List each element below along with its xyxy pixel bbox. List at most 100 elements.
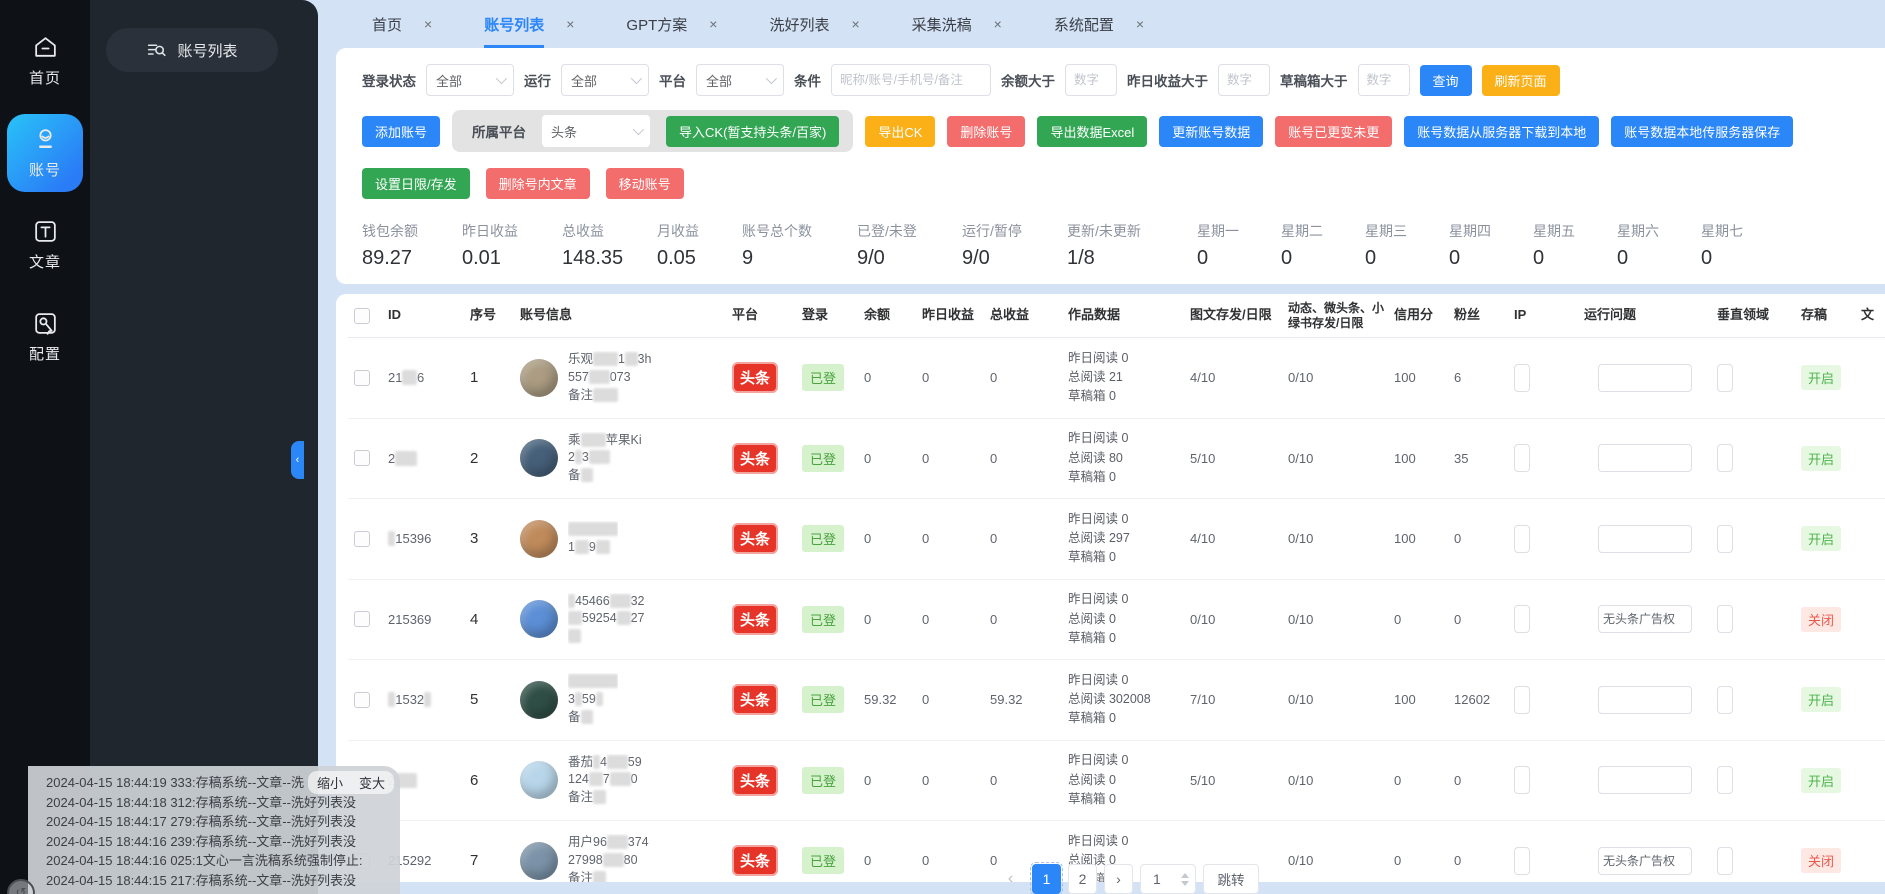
login-status-badge: 已登 bbox=[802, 525, 844, 552]
works-line: 总阅读 0 bbox=[1068, 771, 1186, 790]
avatar bbox=[520, 359, 558, 397]
log-zoom-in-button[interactable]: 变大 bbox=[359, 773, 385, 792]
stat-label: 已登/未登 bbox=[857, 221, 962, 241]
account-info: 木木木木188988 bbox=[520, 520, 732, 558]
page-button-2[interactable]: 2 bbox=[1068, 864, 1097, 894]
page-jump-button[interactable]: 跳转 bbox=[1203, 864, 1259, 894]
login-cell: 已登 bbox=[802, 525, 864, 552]
next-page-button[interactable]: › bbox=[1104, 864, 1133, 894]
run-issue-input[interactable] bbox=[1598, 766, 1692, 794]
platform-select[interactable]: 全部 bbox=[696, 64, 784, 96]
run-issue-input[interactable] bbox=[1598, 525, 1692, 553]
close-icon[interactable]: × bbox=[1136, 16, 1144, 32]
tab-account-list[interactable]: 账号列表 × bbox=[460, 0, 598, 48]
tab-system-config[interactable]: 系统配置 × bbox=[1030, 0, 1168, 48]
account-info-line: 1248878880 bbox=[568, 771, 642, 789]
row-checkbox[interactable] bbox=[354, 611, 370, 627]
ip-input[interactable] bbox=[1514, 686, 1530, 714]
set-daily-limit-button[interactable]: 设置日限/存发 bbox=[362, 168, 470, 199]
run-select[interactable]: 全部 bbox=[561, 64, 649, 96]
tab-washed-list[interactable]: 洗好列表 × bbox=[745, 0, 883, 48]
sidebar-item-config[interactable]: 配置 bbox=[7, 298, 83, 376]
ip-input[interactable] bbox=[1514, 847, 1530, 875]
add-account-button[interactable]: 添加账号 bbox=[362, 116, 440, 147]
balance-gt-input[interactable] bbox=[1065, 64, 1117, 96]
ip-cell bbox=[1514, 364, 1584, 392]
vertical-field-input[interactable] bbox=[1717, 847, 1733, 875]
vertical-field-input[interactable] bbox=[1717, 525, 1733, 553]
update-account-data-button[interactable]: 更新账号数据 bbox=[1159, 116, 1263, 147]
close-icon[interactable]: × bbox=[851, 16, 859, 32]
tab-home[interactable]: 首页 × bbox=[348, 0, 456, 48]
page-button-1[interactable]: 1 bbox=[1032, 864, 1061, 894]
ip-input[interactable] bbox=[1514, 525, 1530, 553]
tab-collect-wash[interactable]: 采集洗稿 × bbox=[888, 0, 1026, 48]
credit-score: 100 bbox=[1394, 370, 1454, 385]
delete-account-button[interactable]: 删除账号 bbox=[947, 116, 1025, 147]
vertical-field-input[interactable] bbox=[1717, 686, 1733, 714]
row-checkbox[interactable] bbox=[354, 370, 370, 386]
tab-gpt-plan[interactable]: GPT方案 × bbox=[602, 0, 741, 48]
upload-to-server-button[interactable]: 账号数据本地传服务器保存 bbox=[1611, 116, 1793, 147]
stepper-icons[interactable] bbox=[1181, 873, 1189, 886]
delete-articles-button[interactable]: 删除号内文章 bbox=[486, 168, 590, 199]
panel-item-account-list[interactable]: 账号列表 bbox=[106, 28, 278, 72]
run-issue-input[interactable]: 无头条广告权 bbox=[1598, 605, 1692, 633]
log-zoom-out-button[interactable]: 缩小 bbox=[317, 773, 343, 792]
works-line: 草稿箱 0 bbox=[1068, 629, 1186, 648]
vertical-field-input[interactable] bbox=[1717, 605, 1733, 633]
close-icon[interactable]: × bbox=[566, 16, 574, 32]
export-excel-button[interactable]: 导出数据Excel bbox=[1037, 116, 1147, 147]
ip-input[interactable] bbox=[1514, 605, 1530, 633]
column-header: 作品数据 bbox=[1068, 307, 1190, 323]
select-all-checkbox[interactable] bbox=[354, 308, 370, 324]
yesterday-gt-input[interactable] bbox=[1218, 64, 1270, 96]
vertical-field-input[interactable] bbox=[1717, 766, 1733, 794]
run-issue-input[interactable] bbox=[1598, 444, 1692, 472]
run-issue-input[interactable]: 无头条广告权 bbox=[1598, 847, 1692, 875]
yesterday-income-value: 0 bbox=[922, 692, 990, 707]
sidebar-item-account[interactable]: 账号 bbox=[7, 114, 83, 192]
condition-input[interactable] bbox=[831, 64, 991, 96]
draftbox-gt-input[interactable] bbox=[1358, 64, 1410, 96]
import-ck-button[interactable]: 导入CK(暂支持头条/百家) bbox=[666, 116, 839, 147]
close-icon[interactable]: × bbox=[424, 16, 432, 32]
run-issue-input[interactable] bbox=[1598, 686, 1692, 714]
platform-group-select[interactable]: 头条 bbox=[542, 115, 650, 147]
stat-item: 星期一0 bbox=[1197, 221, 1281, 270]
search-button[interactable]: 查询 bbox=[1420, 65, 1472, 96]
vertical-cell bbox=[1717, 525, 1801, 553]
prev-page-button[interactable]: ‹ bbox=[996, 864, 1025, 894]
row-checkbox[interactable] bbox=[354, 531, 370, 547]
row-checkbox[interactable] bbox=[354, 450, 370, 466]
close-icon[interactable]: × bbox=[994, 16, 1002, 32]
text-segment: 215369 bbox=[388, 612, 431, 627]
ip-input[interactable] bbox=[1514, 766, 1530, 794]
stat-item: 总收益148.35 bbox=[562, 221, 657, 270]
yesterday-income-value: 0 bbox=[922, 531, 990, 546]
table-row: 8153285木木木木38598备木头条已登59.32059.32昨日阅读 0总… bbox=[348, 660, 1885, 741]
page-jump-input[interactable]: 1 bbox=[1140, 864, 1196, 894]
close-icon[interactable]: × bbox=[709, 16, 717, 32]
download-to-local-button[interactable]: 账号数据从服务器下载到本地 bbox=[1404, 116, 1599, 147]
yesterday-gt-label: 昨日收益大于 bbox=[1127, 70, 1208, 90]
ip-input[interactable] bbox=[1514, 444, 1530, 472]
sidebar-item-home[interactable]: 首页 bbox=[7, 22, 83, 100]
vertical-field-input[interactable] bbox=[1717, 444, 1733, 472]
avatar bbox=[520, 842, 558, 880]
collapse-handle[interactable]: ‹ bbox=[291, 441, 304, 479]
move-account-button[interactable]: 移动账号 bbox=[606, 168, 684, 199]
row-checkbox[interactable] bbox=[354, 692, 370, 708]
login-status-select[interactable]: 全部 bbox=[426, 64, 514, 96]
fans-count: 6 bbox=[1454, 370, 1514, 385]
run-issue-input[interactable] bbox=[1598, 364, 1692, 392]
changed-not-updated-button[interactable]: 账号已更变未更 bbox=[1275, 116, 1392, 147]
panel-item-label: 账号列表 bbox=[177, 40, 237, 61]
ip-input[interactable] bbox=[1514, 364, 1530, 392]
credit-score: 0 bbox=[1394, 853, 1454, 868]
column-header: 余额 bbox=[864, 307, 922, 323]
vertical-field-input[interactable] bbox=[1717, 364, 1733, 392]
export-ck-button[interactable]: 导出CK bbox=[865, 116, 935, 147]
sidebar-item-article[interactable]: 文章 bbox=[7, 206, 83, 284]
refresh-page-button[interactable]: 刷新页面 bbox=[1482, 65, 1560, 96]
